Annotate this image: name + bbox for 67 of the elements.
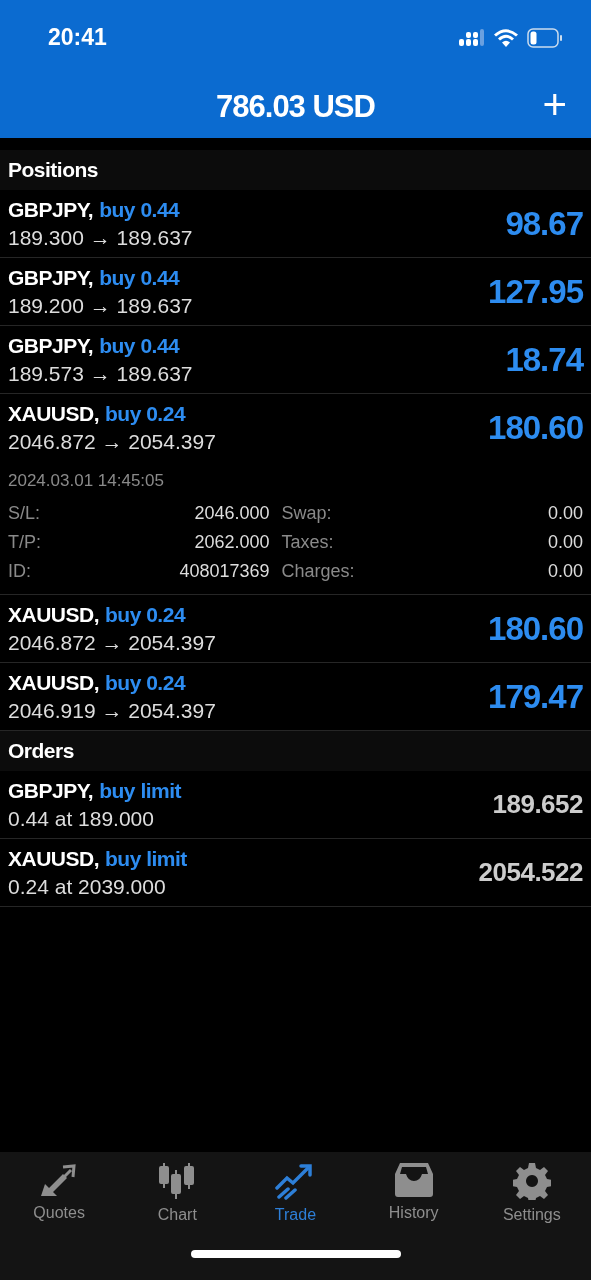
detail-label: S/L:	[8, 503, 41, 524]
detail-label: Charges:	[281, 561, 355, 582]
side-label: buy 0.44	[99, 265, 180, 290]
balance-title: 786.03 USD	[216, 88, 375, 125]
position-row[interactable]: GBPJPY, buy 0.44 189.300 → 189.637 98.67	[0, 190, 591, 258]
tab-button[interactable]: History	[358, 1162, 469, 1224]
battery-icon	[527, 27, 563, 48]
symbol-label: XAUUSD,	[8, 602, 99, 627]
symbol-label: XAUUSD,	[8, 401, 99, 426]
detail-value: 0.00	[546, 561, 583, 582]
tab-button[interactable]: Chart	[122, 1162, 233, 1224]
symbol-label: XAUUSD,	[8, 846, 99, 871]
side-label: buy 0.24	[105, 670, 186, 695]
profit-value: 98.67	[505, 204, 583, 243]
tab-button[interactable]: Trade	[240, 1162, 351, 1224]
wifi-icon	[493, 28, 519, 47]
section-title: Positions	[8, 158, 98, 182]
price-change: 2046.919 → 2054.397	[8, 698, 216, 723]
symbol-label: GBPJPY,	[8, 333, 94, 358]
symbol-label: GBPJPY,	[8, 778, 94, 803]
status-time: 20:41	[48, 24, 107, 51]
symbol-label: XAUUSD,	[8, 670, 99, 695]
position-row[interactable]: XAUUSD, buy 0.24 2046.872 → 2054.397 180.60	[0, 595, 591, 663]
side-label: buy 0.44	[99, 197, 180, 222]
current-price: 189.652	[492, 789, 583, 820]
signal-icon	[459, 28, 485, 47]
detail-value: 2062.000	[193, 532, 270, 553]
price-change: 2046.872 → 2054.397	[8, 630, 216, 655]
symbol-label: GBPJPY,	[8, 265, 94, 290]
profit-value: 180.60	[488, 408, 583, 447]
position-row[interactable]: XAUUSD, buy 0.24 2046.872 → 2054.397 180.60	[0, 394, 591, 461]
detail-value: 2046.000	[193, 503, 270, 524]
detail-label: Taxes:	[281, 532, 335, 553]
side-label: buy limit	[105, 846, 187, 871]
symbol-label: GBPJPY,	[8, 197, 94, 222]
profit-value: 180.60	[488, 609, 583, 648]
order-row[interactable]: XAUUSD, buy limit 0.24 at 2039.000 2054.522	[0, 839, 591, 907]
side-label: buy 0.24	[105, 602, 186, 627]
detail-value: 408017369	[178, 561, 270, 582]
price-change: 189.573 → 189.637	[8, 361, 193, 386]
detail-label: T/P:	[8, 532, 41, 553]
order-row[interactable]: GBPJPY, buy limit 0.44 at 189.000 189.652	[0, 771, 591, 839]
tab-button[interactable]: Quotes	[4, 1162, 115, 1224]
profit-value: 18.74	[505, 340, 583, 379]
side-label: buy 0.44	[99, 333, 180, 358]
price-change: 189.300 → 189.637	[8, 225, 193, 250]
position-row[interactable]: GBPJPY, buy 0.44 189.200 → 189.637 127.95	[0, 258, 591, 326]
detail-label: ID:	[8, 561, 32, 582]
section-title: Orders	[8, 739, 74, 763]
detail-value: 0.00	[546, 503, 583, 524]
detail-value: 0.00	[546, 532, 583, 553]
settings-icon	[512, 1162, 551, 1200]
current-price: 2054.522	[478, 857, 583, 888]
side-label: buy 0.24	[105, 401, 186, 426]
price-change: 2046.872 → 2054.397	[8, 429, 216, 454]
profit-value: 127.95	[488, 272, 583, 311]
order-details: 0.24 at 2039.000	[8, 874, 167, 899]
add-button[interactable]: +	[542, 83, 567, 127]
inbox-icon	[393, 1162, 434, 1198]
order-details: 0.44 at 189.000	[8, 806, 155, 831]
side-label: buy limit	[99, 778, 182, 803]
open-time: 2024.03.01 14:45:05	[8, 471, 165, 491]
detail-label: Swap:	[281, 503, 333, 524]
profit-value: 179.47	[488, 677, 583, 716]
position-row[interactable]: GBPJPY, buy 0.44 189.573 → 189.637 18.74	[0, 326, 591, 394]
price-change: 189.200 → 189.637	[8, 293, 193, 318]
tab-button[interactable]: Settings	[476, 1162, 587, 1224]
